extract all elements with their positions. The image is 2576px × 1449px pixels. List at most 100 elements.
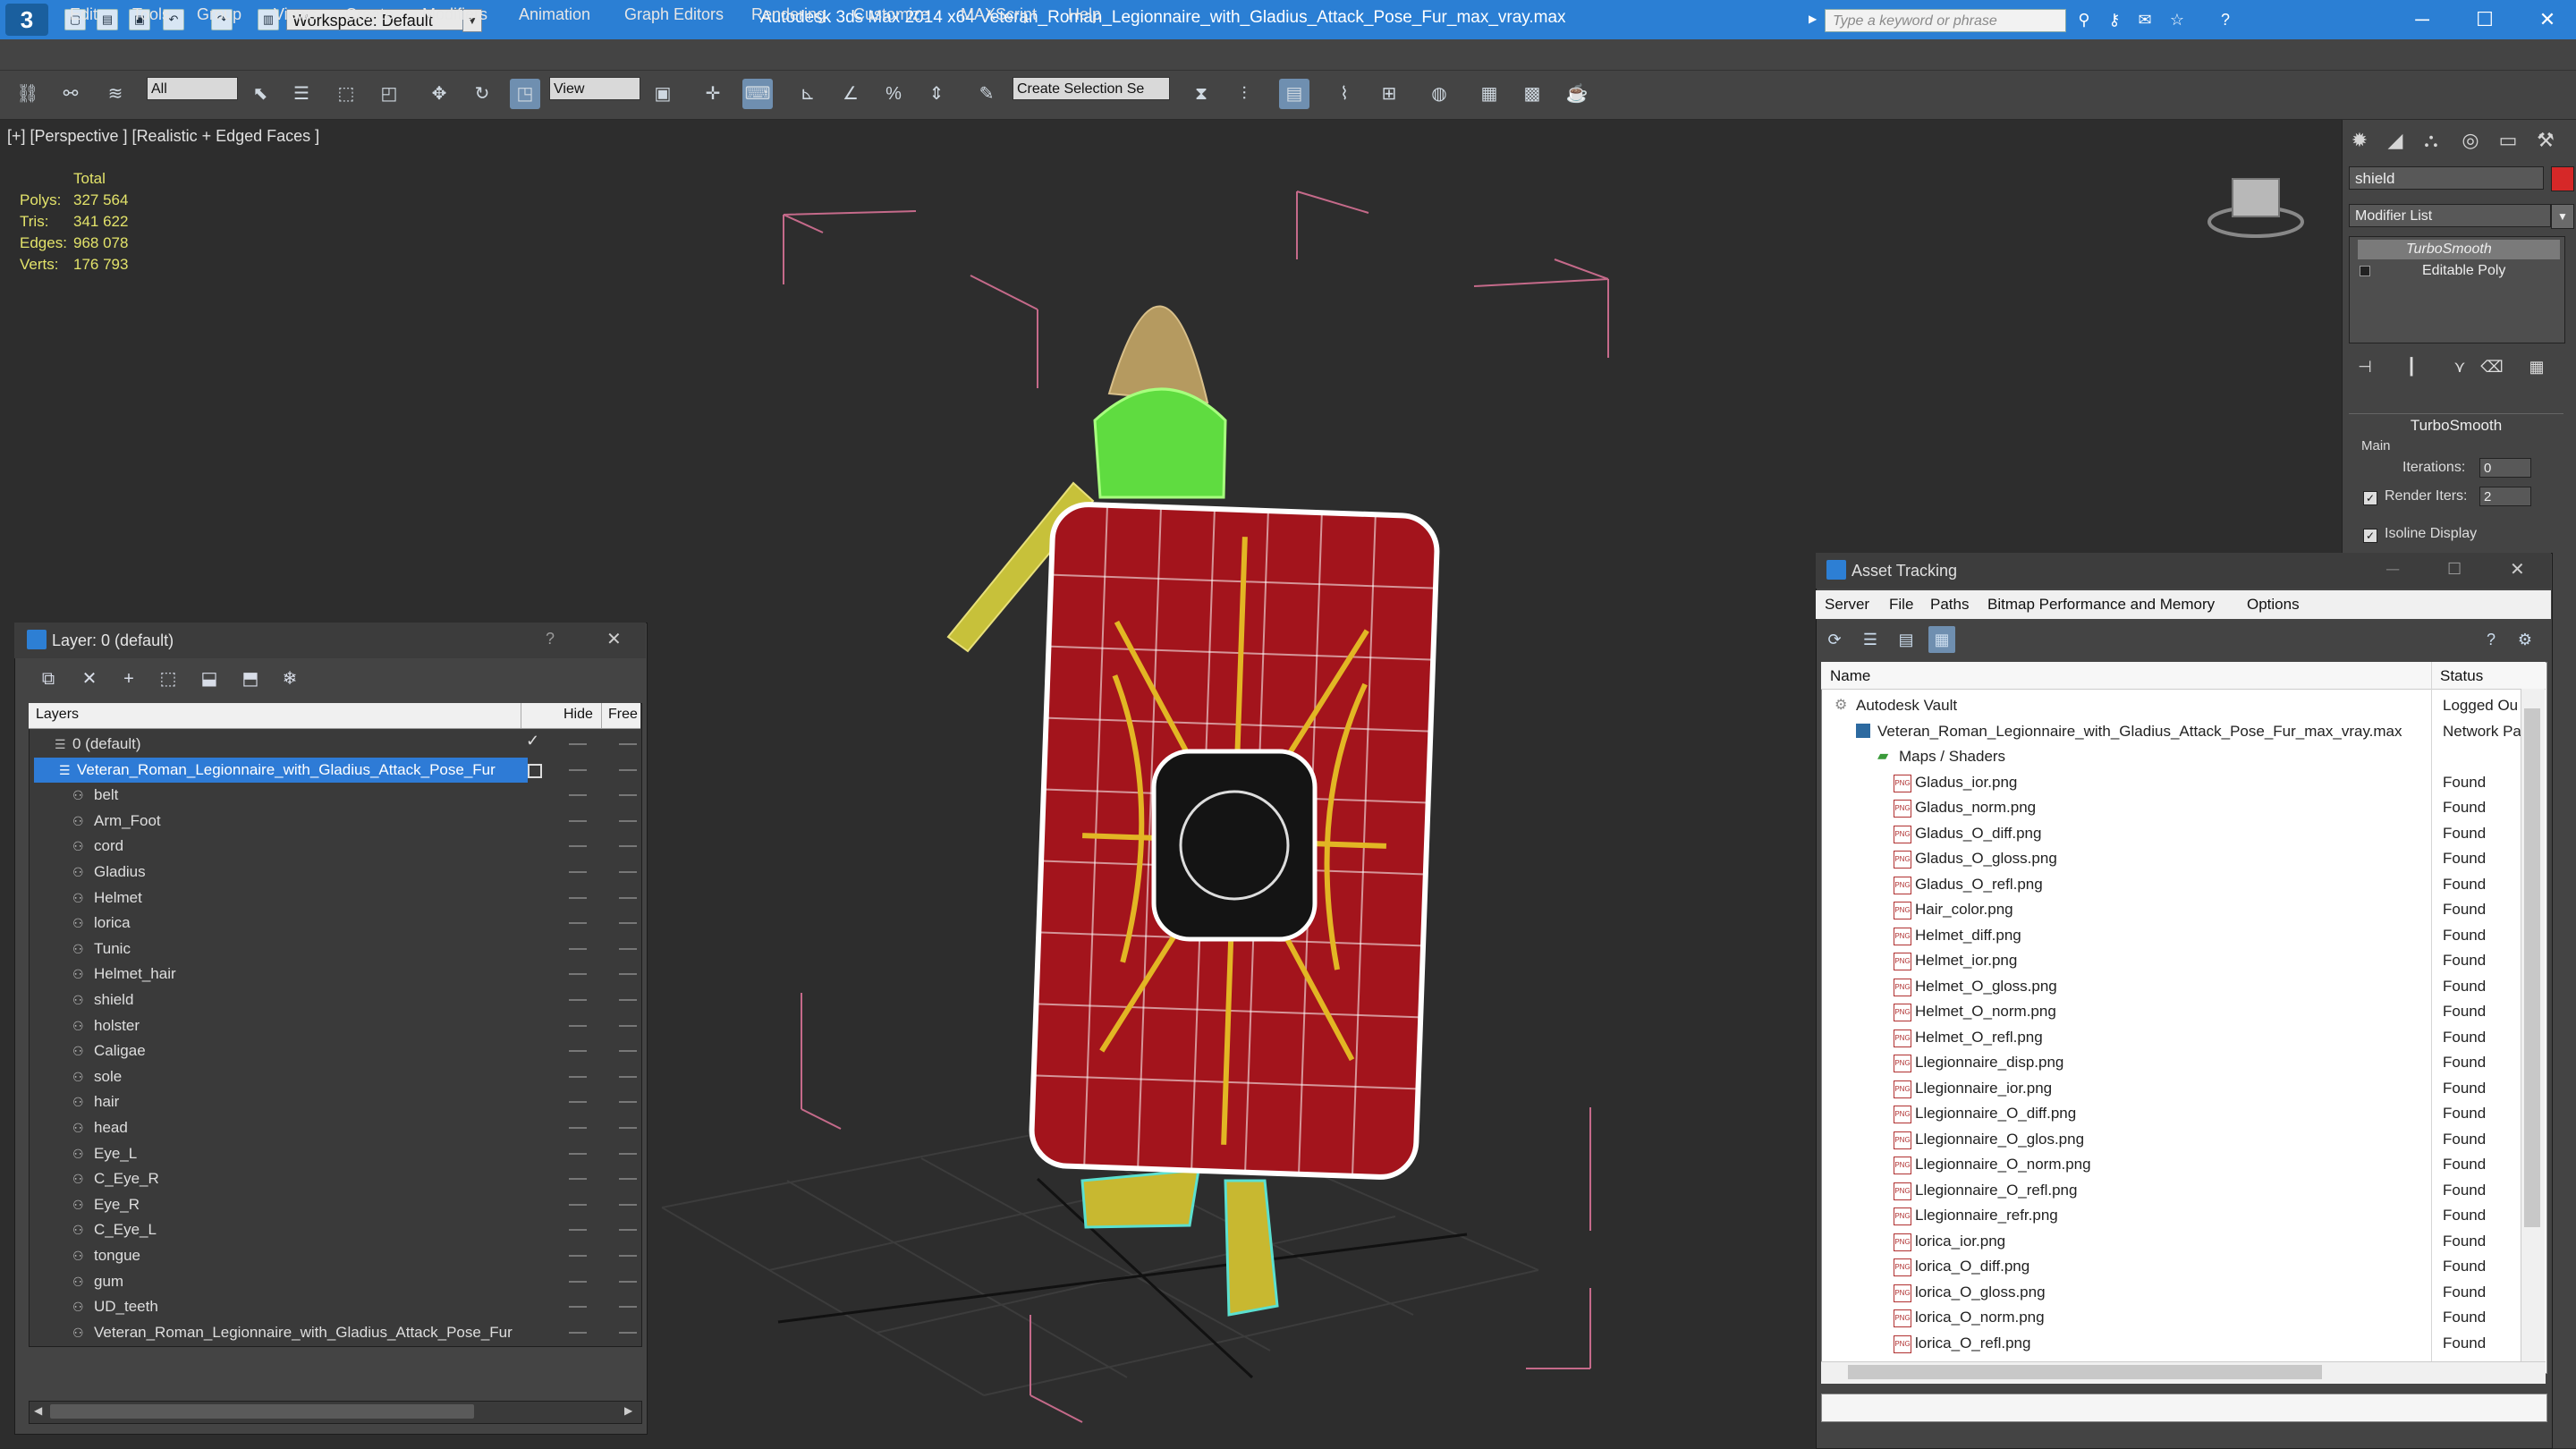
modify-tab-icon[interactable]: ◢ [2379,125,2411,156]
asset-horizontal-scrollbar-thumb[interactable] [1848,1365,2322,1379]
hide-toggle[interactable] [569,1306,587,1309]
asset-row[interactable]: ⚙ Autodesk Vault Logged Ou [1822,693,2529,718]
pin-stack-icon[interactable]: ⊣ [2352,354,2377,379]
layer-object-row[interactable]: ⚇ tongue [30,1243,640,1268]
freeze-toggle[interactable] [619,794,637,797]
col-status[interactable]: Status [2440,667,2483,685]
asset-row[interactable]: PNG Llegionnaire_disp.png Found [1822,1050,2529,1075]
object-color-swatch[interactable] [2551,166,2574,191]
unlink-icon[interactable]: ⚯ [55,79,86,109]
menu-customize[interactable]: Customize [853,5,929,24]
layer-object-row[interactable]: ⚇ C_Eye_R [30,1166,640,1191]
freeze-toggle[interactable] [619,1152,637,1155]
make-unique-icon[interactable]: ⋎ [2447,354,2472,379]
infocenter-expand-icon[interactable]: ▶ [1809,13,1818,29]
hide-toggle[interactable] [569,1152,587,1155]
freeze-toggle[interactable] [619,1127,637,1129]
display-tab-icon[interactable]: ▭ [2492,125,2524,156]
maximize-icon[interactable]: ☐ [2463,5,2506,34]
menu-graph-editors[interactable]: Graph Editors [624,5,724,24]
show-end-result-icon[interactable]: ┃ [2399,354,2424,379]
asset-menu-file[interactable]: File [1889,596,1913,614]
help-icon[interactable]: ? [2215,9,2236,30]
menu-create[interactable]: Create [345,5,394,24]
hide-toggle[interactable] [569,768,587,771]
curve-editor-icon[interactable]: ⌇ [1329,79,1360,109]
subscription-icon[interactable]: ⚷ [2104,9,2125,30]
select-and-rotate-icon[interactable]: ↻ [467,79,497,109]
layer-object-row[interactable]: ⚇ sole [30,1064,640,1089]
hide-toggle[interactable] [569,1229,587,1232]
isoline-display-checkbox[interactable]: ✓ [2363,529,2377,543]
select-and-move-icon[interactable]: ✥ [424,79,454,109]
freeze-toggle[interactable] [619,1101,637,1104]
asset-row[interactable]: PNG Gladus_O_gloss.png Found [1822,846,2529,871]
render-setup-icon[interactable]: ▦ [1474,79,1504,109]
layer-object-row[interactable]: ⚇ C_Eye_L [30,1217,640,1242]
layer-object-row[interactable]: ⚇ gum [30,1269,640,1294]
asset-row[interactable]: PNG Helmet_O_norm.png Found [1822,999,2529,1024]
menu-views[interactable]: Views [274,5,317,24]
asset-menu-paths[interactable]: Paths [1930,596,1969,614]
delete-layer-icon[interactable]: ✕ [75,665,104,692]
scroll-right-icon[interactable]: ▶ [624,1404,632,1417]
menu-edit[interactable]: Edit [70,5,97,24]
layer-object-row[interactable]: ⚇ UD_teeth [30,1294,640,1319]
hide-toggle[interactable] [569,871,587,873]
freeze-toggle[interactable] [619,743,637,745]
menu-rendering[interactable]: Rendering [751,5,826,24]
hide-toggle[interactable] [569,743,587,745]
col-name[interactable]: Name [1830,667,1870,685]
layer-object-row[interactable]: ⚇ belt [30,783,640,808]
favorites-star-icon[interactable]: ☆ [2166,9,2188,30]
hide-toggle[interactable] [569,1331,587,1334]
asset-row[interactable]: PNG Helmet_diff.png Found [1822,922,2529,948]
asset-row[interactable]: PNG Llegionnaire_O_glos.png Found [1822,1126,2529,1152]
keyboard-shortcut-override-icon[interactable]: ⌨ [742,79,773,109]
hide-toggle[interactable] [569,896,587,899]
freeze-toggle[interactable] [619,896,637,899]
hide-toggle[interactable] [569,1127,587,1129]
asset-maximize-icon[interactable]: ☐ [2447,560,2462,579]
hierarchy-tab-icon[interactable]: ⛬ [2415,125,2447,156]
col-layers[interactable]: Layers [36,707,79,723]
layer-object-row[interactable]: ⚇ Helmet [30,886,640,911]
render-iters-spinner[interactable]: 2 [2479,487,2531,506]
turbosmooth-rollout-title[interactable]: TurboSmooth [2349,413,2563,437]
layer-object-row[interactable]: ⚇ Eye_R [30,1192,640,1217]
layer-help-icon[interactable]: ? [546,630,555,648]
selection-filter-dropdown[interactable]: All [147,77,238,100]
rectangular-selection-icon[interactable]: ⬚ [331,79,361,109]
asset-row[interactable]: PNG lorica_ior.png Found [1822,1228,2529,1254]
detail-view-icon[interactable]: ▤ [1893,626,1919,653]
select-by-name-icon[interactable]: ☰ [286,79,317,109]
asset-row[interactable]: PNG Llegionnaire_refr.png Found [1822,1203,2529,1228]
layer-row[interactable]: ☰ Veteran_Roman_Legionnaire_with_Gladius_… [34,757,528,783]
asset-row[interactable]: PNG Helmet_O_refl.png Found [1822,1024,2529,1050]
material-editor-icon[interactable]: ◍ [1424,79,1454,109]
spinner-snap-icon[interactable]: ⇕ [921,79,952,109]
hide-toggle[interactable] [569,845,587,848]
percent-snap-icon[interactable]: % [878,79,909,109]
layer-object-row[interactable]: ⚇ holster [30,1013,640,1038]
highlight-selected-icon[interactable]: ⬓ [195,665,224,692]
freeze-toggle[interactable] [619,1280,637,1283]
layer-row[interactable]: ☰ 0 (default) [30,732,640,757]
select-and-link-icon[interactable]: ⛓ [13,79,43,109]
hide-toggle[interactable] [569,1255,587,1257]
hide-toggle[interactable] [569,1178,587,1181]
mirror-icon[interactable]: ⧗ [1186,79,1216,109]
stack-item-editable-poly[interactable]: Editable Poly [2406,261,2505,281]
freeze-toggle[interactable] [619,999,637,1001]
menu-maxscript[interactable]: MAXScript [961,5,1037,24]
utilities-tab-icon[interactable]: ⚒ [2529,125,2562,156]
align-icon[interactable]: ⫶ [1229,79,1259,109]
app-logo-icon[interactable]: 3 [5,4,48,36]
current-layer-checkmark-icon[interactable]: ✓ [526,732,539,750]
asset-row[interactable]: ▰ Maps / Shaders [1822,744,2529,769]
asset-row[interactable]: PNG Gladus_norm.png Found [1822,795,2529,820]
col-free[interactable]: Free [608,707,638,723]
select-and-manipulate-icon[interactable]: ✛ [698,79,728,109]
asset-row[interactable]: PNG lorica_O_diff.png Found [1822,1254,2529,1279]
asset-row[interactable]: PNG lorica_O_norm.png Found [1822,1305,2529,1330]
